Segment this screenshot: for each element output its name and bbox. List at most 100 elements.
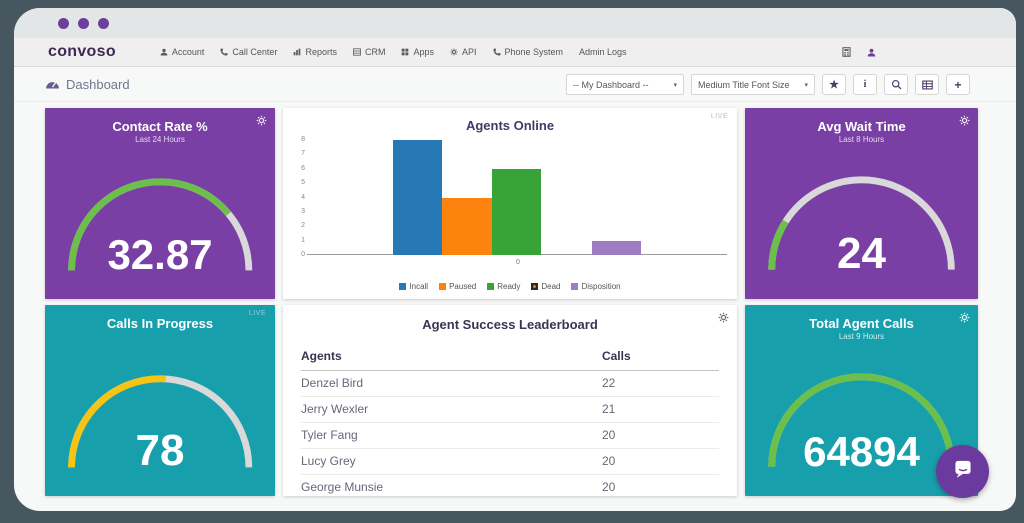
table-icon [922,80,933,90]
calculator-icon[interactable] [842,47,851,57]
y-tick-label: 4 [301,194,305,201]
widget-avg-wait-time: Avg Wait Time Last 8 Hours 24 [745,108,978,299]
bar-ready [492,169,542,255]
agent-calls: 20 [602,475,719,497]
chart-legend: Incall Paused Ready Dead Disposition [283,282,737,291]
y-tick-label: 7 [301,150,305,157]
chart-y-axis: 012345678 [287,140,309,255]
agent-name: Tyler Fang [301,423,602,449]
y-tick-label: 5 [301,179,305,186]
dashboard-icon [45,77,60,92]
list-icon [353,48,361,56]
user-icon[interactable] [867,48,876,57]
legend-label: Disposition [581,282,620,291]
nav-right-icons [842,47,876,57]
y-tick-label: 1 [301,237,305,244]
convoso-logo[interactable]: convoso [48,43,116,61]
favorite-button[interactable]: ★ [822,74,846,95]
search-icon [891,79,902,90]
window-dot [78,18,89,29]
gauge: 24 [759,172,964,275]
legend-item-dead[interactable]: Dead [531,282,560,291]
grid-icon [401,48,409,56]
agent-name: George Munsie [301,475,602,497]
agent-calls: 21 [602,397,719,423]
phone-icon [493,48,501,56]
legend-item-ready[interactable]: Ready [487,282,520,291]
search-button[interactable] [884,74,908,95]
dashboard-controls: -- My Dashboard -- ▾ Medium Title Font S… [566,74,970,95]
window-dot [98,18,109,29]
widget-title: Calls In Progress [45,316,275,331]
legend-label: Dead [541,282,560,291]
widget-title: Total Agent Calls [745,316,978,331]
leaderboard-row: Lucy Grey20 [301,449,719,475]
widget-title: Contact Rate % [45,119,275,134]
widget-leaderboard: Agent Success Leaderboard Agents Calls D… [283,305,737,496]
chevron-down-icon: ▾ [673,81,677,89]
add-widget-button[interactable]: + [946,74,970,95]
gauge: 78 [59,371,261,472]
info-icon: i [864,79,867,90]
info-button[interactable]: i [853,74,877,95]
leaderboard-row: Denzel Bird22 [301,371,719,397]
my-dashboard-select[interactable]: -- My Dashboard -- ▾ [566,74,684,95]
legend-label: Ready [497,282,520,291]
title-font-size-select[interactable]: Medium Title Font Size ▾ [691,74,815,95]
gauge-value: 78 [59,426,261,476]
gauge-value: 64894 [759,428,964,476]
nav-menu: Account Call Center Reports CRM Apps API [160,47,627,57]
nav-item-reports[interactable]: Reports [293,47,337,57]
widget-calls-in-progress: LIVE Calls In Progress 78 [45,305,275,496]
nav-item-api[interactable]: API [450,47,477,57]
gauge-value: 24 [759,229,964,279]
widget-settings-gear-icon[interactable] [959,115,970,126]
y-tick-label: 6 [301,165,305,172]
nav-item-call-center[interactable]: Call Center [220,47,277,57]
leaderboard-row: George Munsie20 [301,475,719,497]
y-tick-label: 0 [301,251,305,258]
legend-swatch [487,283,494,290]
legend-swatch [571,283,578,290]
chat-launcher-button[interactable] [936,445,989,498]
widget-contact-rate: Contact Rate % Last 24 Hours 32.87 [45,108,275,299]
widget-agents-online: LIVE Agents Online 012345678 0 IncallPau… [283,108,737,299]
nav-item-account[interactable]: Account [160,47,205,57]
nav-item-crm[interactable]: CRM [353,47,386,57]
legend-item-paused[interactable]: Paused [439,282,476,291]
chevron-down-icon: ▾ [804,81,808,89]
leaderboard-table: Agents Calls Denzel Bird22Jerry Wexler21… [301,343,719,496]
agent-calls: 22 [602,371,719,397]
legend-item-incall[interactable]: Incall [399,282,428,291]
legend-item-disposition[interactable]: Disposition [571,282,620,291]
bar-paused [442,198,492,256]
y-tick-label: 3 [301,208,305,215]
chat-bubble-icon [950,456,976,487]
nav-item-admin-logs[interactable]: Admin Logs [579,47,627,57]
gauge: 64894 [759,369,964,472]
agent-name: Denzel Bird [301,371,602,397]
y-tick-label: 2 [301,222,305,229]
chart-title: Agents Online [283,118,737,133]
leaderboard-row: Jerry Wexler21 [301,397,719,423]
leaderboard-body: Denzel Bird22Jerry Wexler21Tyler Fang20L… [301,371,719,497]
agent-calls: 20 [602,449,719,475]
widget-title: Agent Success Leaderboard [283,317,737,332]
legend-swatch [531,283,538,290]
top-navbar: convoso Account Call Center Reports CRM … [14,38,1016,67]
gear-icon [450,48,458,56]
widget-subtitle: Last 8 Hours [745,135,978,144]
user-icon [160,48,168,56]
browser-chrome [14,8,1016,38]
widget-settings-gear-icon[interactable] [256,115,267,126]
layout-button[interactable] [915,74,939,95]
widget-settings-gear-icon[interactable] [959,312,970,323]
legend-swatch [399,283,406,290]
bar-chart-icon [293,48,301,56]
page-title: Dashboard [45,77,130,92]
chart-plot [313,140,723,255]
nav-item-apps[interactable]: Apps [401,47,434,57]
gauge-value: 32.87 [59,231,261,279]
nav-item-phone-system[interactable]: Phone System [493,47,564,57]
agent-name: Jerry Wexler [301,397,602,423]
